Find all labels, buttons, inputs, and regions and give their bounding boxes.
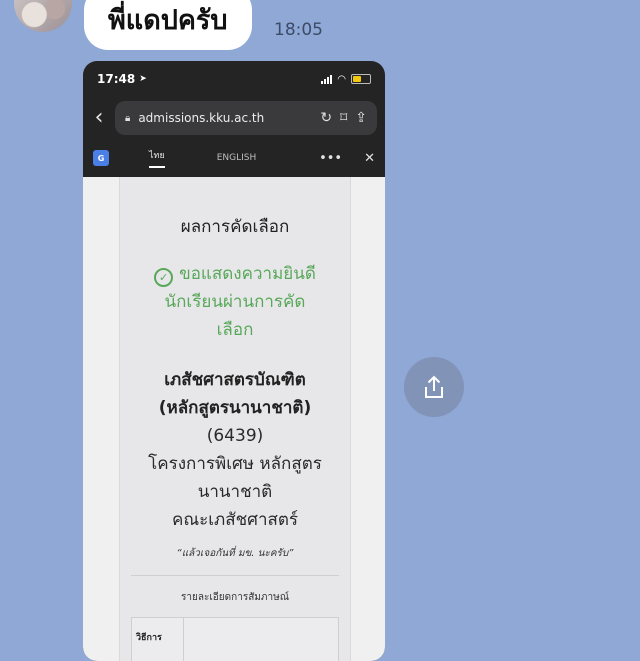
status-time: 17:48 bbox=[97, 72, 136, 86]
back-icon[interactable]: ‹ bbox=[91, 107, 107, 129]
browser-toolbar: ‹ 🔒︎ admissions.kku.ac.th ↻ ⌑ ⇪ bbox=[83, 97, 385, 139]
battery-icon bbox=[351, 74, 371, 84]
share-icon[interactable]: ⇪ bbox=[355, 110, 367, 126]
close-icon[interactable]: ✕ bbox=[364, 151, 375, 166]
location-icon: ➤ bbox=[139, 74, 147, 84]
wifi-icon: ◠ bbox=[337, 73, 346, 85]
program-project: โครงการพิเศษ หลักสูตร bbox=[148, 454, 322, 474]
program-info: เภสัชศาสตรบัณฑิต (หลักสูตรนานาชาติ) (643… bbox=[120, 366, 350, 534]
google-translate-icon: G bbox=[93, 150, 109, 166]
message-bubble: พี่แดปครับ bbox=[84, 0, 252, 50]
interview-heading: รายละเอียดการสัมภาษณ์ bbox=[181, 592, 289, 603]
status-bar: 17:48 ➤ ◠ bbox=[83, 61, 385, 97]
chat-avatar[interactable] bbox=[14, 0, 72, 32]
result-card: ผลการคัดเลือก ✓ ขอแสดงความยินดี นักเรียนผ… bbox=[119, 177, 351, 661]
interview-table: วิธีการ bbox=[131, 617, 339, 661]
signal-icon bbox=[321, 74, 333, 84]
bookmark-icon[interactable]: ⌑ bbox=[340, 110, 347, 126]
url-text: admissions.kku.ac.th bbox=[138, 111, 265, 125]
faculty-name: คณะเภสัชศาสตร์ bbox=[171, 510, 299, 530]
quote-text: “แล้วเจอกันที่ มข. นะครับ” bbox=[176, 548, 294, 559]
address-bar[interactable]: 🔒︎ admissions.kku.ac.th ↻ ⌑ ⇪ bbox=[115, 101, 377, 135]
success-line: เลือก bbox=[216, 320, 254, 340]
translate-bar: G ไทย ENGLISH ••• ✕ bbox=[83, 139, 385, 177]
more-icon[interactable]: ••• bbox=[319, 151, 342, 166]
reload-icon[interactable]: ↻ bbox=[320, 110, 332, 126]
result-title: ผลการคัดเลือก bbox=[180, 217, 290, 237]
web-page: ผลการคัดเลือก ✓ ขอแสดงความยินดี นักเรียนผ… bbox=[83, 177, 385, 661]
phone-screenshot[interactable]: 17:48 ➤ ◠ ‹ 🔒︎ admissions.kku.ac.th ↻ ⌑ … bbox=[83, 61, 385, 661]
tab-english[interactable]: ENGLISH bbox=[217, 153, 257, 163]
success-line: นักเรียนผ่านการคัด bbox=[164, 292, 306, 312]
upload-share-icon bbox=[425, 375, 443, 398]
message-text: พี่แดปครับ bbox=[108, 5, 228, 36]
success-line: ขอแสดงความยินดี bbox=[179, 264, 316, 284]
success-message: ✓ ขอแสดงความยินดี นักเรียนผ่านการคัด เลือ… bbox=[120, 260, 350, 344]
check-circle-icon: ✓ bbox=[154, 268, 174, 287]
program-code: (6439) bbox=[206, 426, 264, 446]
program-name: เภสัชศาสตรบัณฑิต bbox=[164, 370, 306, 390]
share-button[interactable] bbox=[404, 357, 464, 417]
tab-thai[interactable]: ไทย bbox=[149, 148, 165, 168]
message-time: 18:05 bbox=[274, 20, 323, 40]
program-type: (หลักสูตรนานาชาติ) bbox=[158, 398, 312, 418]
program-project: นานาชาติ bbox=[197, 482, 273, 502]
divider bbox=[131, 575, 339, 576]
lock-icon: 🔒︎ bbox=[125, 112, 131, 124]
